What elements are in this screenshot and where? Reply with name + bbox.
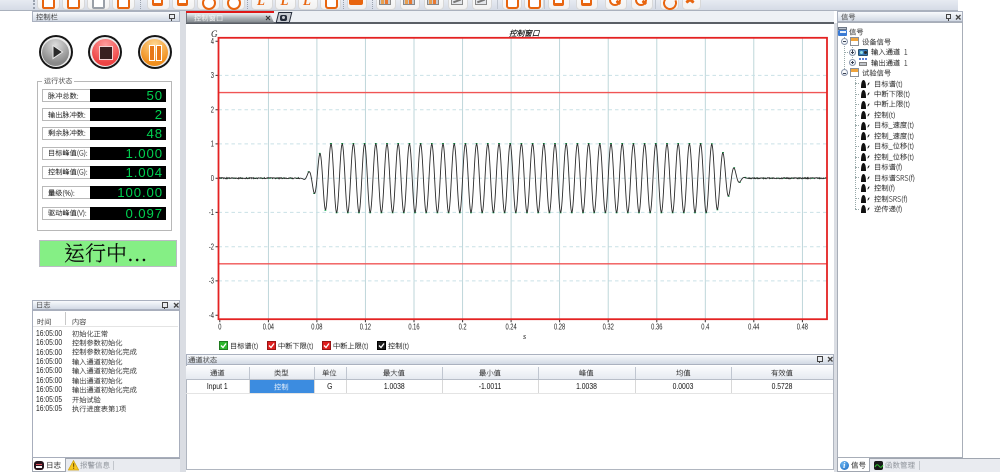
- svg-text:2: 2: [211, 107, 214, 115]
- svg-text:4: 4: [211, 38, 214, 46]
- svg-text:0.44: 0.44: [748, 324, 759, 332]
- svg-text:0.24: 0.24: [505, 324, 516, 332]
- svg-text:0.4: 0.4: [701, 324, 709, 332]
- svg-text:0: 0: [211, 175, 214, 183]
- svg-text:0.16: 0.16: [408, 324, 419, 332]
- svg-text:-3: -3: [209, 278, 214, 286]
- svg-text:3: 3: [211, 72, 214, 80]
- svg-text:-2: -2: [209, 244, 214, 252]
- svg-text:0.2: 0.2: [459, 324, 467, 332]
- svg-text:0: 0: [218, 324, 221, 332]
- svg-text:0.28: 0.28: [554, 324, 565, 332]
- svg-text:s: s: [523, 332, 526, 341]
- svg-text:-4: -4: [209, 312, 214, 320]
- svg-text:0.12: 0.12: [360, 324, 371, 332]
- svg-text:-1: -1: [209, 209, 214, 217]
- svg-text:1: 1: [211, 141, 214, 149]
- svg-text:0.32: 0.32: [603, 324, 614, 332]
- svg-text:0.04: 0.04: [263, 324, 274, 332]
- svg-text:0.08: 0.08: [311, 324, 322, 332]
- svg-text:0.36: 0.36: [651, 324, 662, 332]
- svg-text:G: G: [211, 29, 218, 39]
- svg-text:0.48: 0.48: [797, 324, 808, 332]
